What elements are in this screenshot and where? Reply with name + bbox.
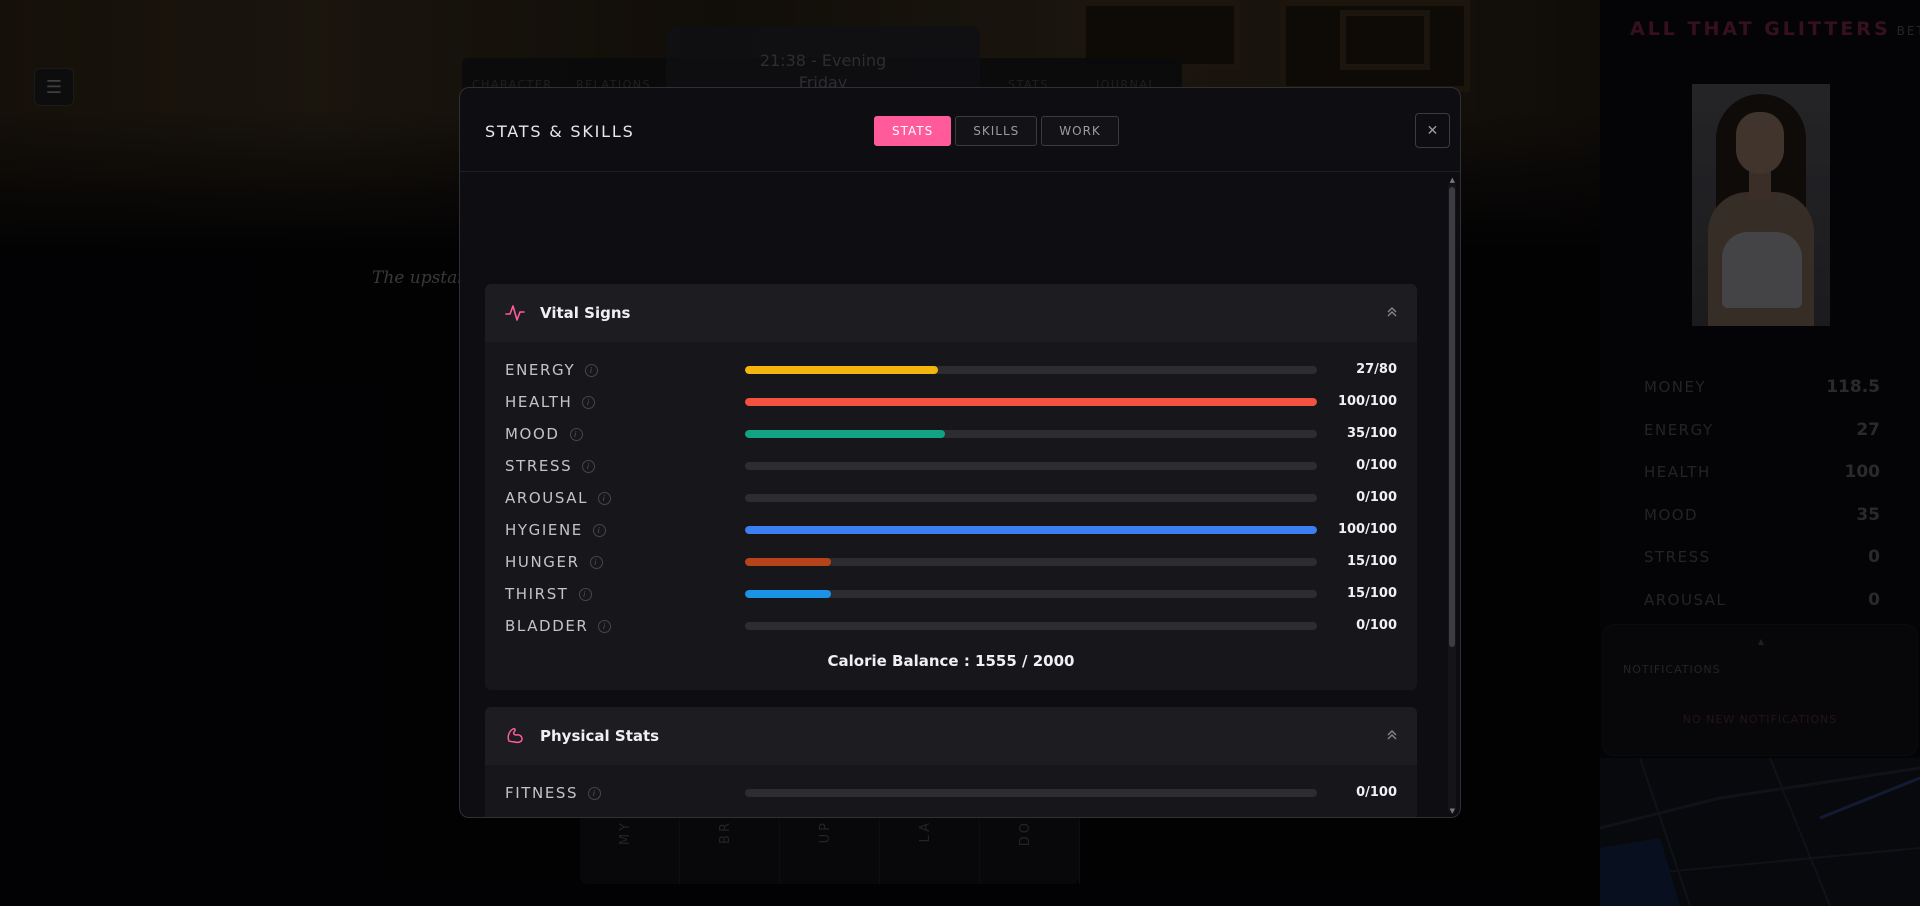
stat-value: 0/100 xyxy=(1356,618,1397,633)
modal-header: STATS & SKILLS STATS SKILLS WORK ✕ xyxy=(460,88,1460,172)
stat-row-arousal: AROUSAL i 0/100 xyxy=(485,482,1417,514)
stat-bar-fill xyxy=(745,430,946,438)
info-icon[interactable]: i xyxy=(592,523,606,537)
stat-label-text: ENERGY xyxy=(505,361,576,379)
stat-rows: FITNESSi0/100UPPER BODYi0/100COREi0/100L… xyxy=(485,765,1417,818)
stat-label: THIRST i xyxy=(505,585,592,603)
stat-bar-fill xyxy=(745,366,939,374)
stat-value: 100/100 xyxy=(1337,394,1397,409)
modal-title: STATS & SKILLS xyxy=(485,122,635,141)
stat-label-text: MOOD xyxy=(505,425,560,443)
stat-bar xyxy=(745,789,1317,797)
stat-row-energy: ENERGY i 27/80 xyxy=(485,354,1417,386)
stat-label: FITNESS i xyxy=(505,784,602,802)
stat-bar xyxy=(745,462,1317,470)
stat-row-fitness: FITNESS i 0/100 xyxy=(485,777,1417,809)
stat-value: 15/100 xyxy=(1347,554,1397,569)
section-title: Vital Signs xyxy=(540,304,631,322)
stat-row-stress: STRESS i 0/100 xyxy=(485,450,1417,482)
info-icon[interactable]: i xyxy=(585,363,599,377)
stat-value: 0/100 xyxy=(1356,785,1397,800)
stat-row-bladder: BLADDER i 0/100 xyxy=(485,610,1417,642)
info-icon[interactable]: i xyxy=(569,427,583,441)
stat-bar xyxy=(745,558,1317,566)
stat-label-text: THIRST xyxy=(505,585,569,603)
info-icon[interactable]: i xyxy=(589,555,603,569)
muscle-icon xyxy=(507,728,523,744)
stat-row-thirst: THIRST i 15/100 xyxy=(485,578,1417,610)
stat-label-text: FITNESS xyxy=(505,784,579,802)
stat-label: STRESS i xyxy=(505,457,596,475)
stat-label-text: STRESS xyxy=(505,457,573,475)
stat-bar-fill xyxy=(745,526,1317,534)
stat-label-text: AROUSAL xyxy=(505,489,589,507)
stat-bar xyxy=(745,398,1317,406)
stat-label: BLADDER i xyxy=(505,617,612,635)
info-icon[interactable]: i xyxy=(578,587,592,601)
stat-value: 35/100 xyxy=(1347,426,1397,441)
stat-bar xyxy=(745,622,1317,630)
stat-rows: ENERGY i 27/80 HEALTH i 100/100 MOOD i 35/100 STR… xyxy=(485,342,1417,642)
stat-label-text: HUNGER xyxy=(505,553,580,571)
close-button[interactable]: ✕ xyxy=(1415,113,1450,148)
section-header[interactable]: Vital Signs xyxy=(485,284,1417,342)
stat-label-text: HYGIENE xyxy=(505,521,583,539)
stat-value: 27/80 xyxy=(1356,362,1397,377)
stat-label: AROUSAL i xyxy=(505,489,612,507)
stat-bar-fill xyxy=(745,558,831,566)
stat-label: UPPER BODYi xyxy=(505,816,639,817)
stat-label-text: BLADDER xyxy=(505,617,589,635)
stats-skills-modal: STATS & SKILLS STATS SKILLS WORK ✕ ▲ ▼ V… xyxy=(459,87,1461,818)
stat-value: 100/100 xyxy=(1337,522,1397,537)
stat-label: ENERGY i xyxy=(505,361,599,379)
stat-row-mood: MOOD i 35/100 xyxy=(485,418,1417,450)
info-icon[interactable]: i xyxy=(588,786,602,800)
stat-row-upper-body: UPPER BODYi 0/100 xyxy=(485,809,1417,818)
stat-label: HEALTH i xyxy=(505,393,596,411)
vital-signs-section: Vital Signs ENERGY i 27/80 HEALTH i 100/100 MO… xyxy=(485,284,1417,690)
modal-tabs: STATS SKILLS WORK xyxy=(874,116,1119,146)
close-icon: ✕ xyxy=(1426,122,1439,139)
tab-work[interactable]: WORK xyxy=(1041,116,1119,146)
stat-label-text: UPPER BODY xyxy=(505,816,616,817)
stat-bar xyxy=(745,366,1317,374)
stat-label: HUNGER i xyxy=(505,553,603,571)
tab-skills[interactable]: SKILLS xyxy=(955,116,1038,146)
stat-value: 0/100 xyxy=(1356,490,1397,505)
stat-bar xyxy=(745,494,1317,502)
heartbeat-icon xyxy=(505,305,525,321)
collapse-icon[interactable] xyxy=(1385,304,1399,320)
stat-value: 0/100 xyxy=(1356,458,1397,473)
stat-bar xyxy=(745,590,1317,598)
stat-bar xyxy=(745,526,1317,534)
info-icon[interactable]: i xyxy=(582,395,596,409)
calorie-balance: Calorie Balance : 1555 / 2000 xyxy=(827,652,1075,670)
info-icon[interactable]: i xyxy=(598,491,612,505)
stat-bar xyxy=(745,430,1317,438)
stat-label: HYGIENE i xyxy=(505,521,606,539)
stat-row-hunger: HUNGER i 15/100 xyxy=(485,546,1417,578)
section-title: Physical Stats xyxy=(540,727,660,745)
info-icon[interactable]: i xyxy=(598,619,612,633)
stat-value: 0/100 xyxy=(1356,817,1397,818)
stat-bar-fill xyxy=(745,398,1317,406)
section-header[interactable]: Physical Stats xyxy=(485,707,1417,765)
physical-stats-section: Physical Stats FITNESS i 0/100 UPPER BODYi 0… xyxy=(485,707,1417,818)
tab-stats[interactable]: STATS xyxy=(874,116,952,146)
stat-row-hygiene: HYGIENE i 100/100 xyxy=(485,514,1417,546)
collapse-icon[interactable] xyxy=(1385,727,1399,743)
modal-body: Vital Signs ENERGY i 27/80 HEALTH i 100/100 MO… xyxy=(460,173,1460,818)
stat-label: MOOD i xyxy=(505,425,583,443)
stat-value: 15/100 xyxy=(1347,586,1397,601)
stat-label-text: HEALTH xyxy=(505,393,573,411)
stat-bar-fill xyxy=(745,590,831,598)
info-icon[interactable]: i xyxy=(582,459,596,473)
stat-row-health: HEALTH i 100/100 xyxy=(485,386,1417,418)
